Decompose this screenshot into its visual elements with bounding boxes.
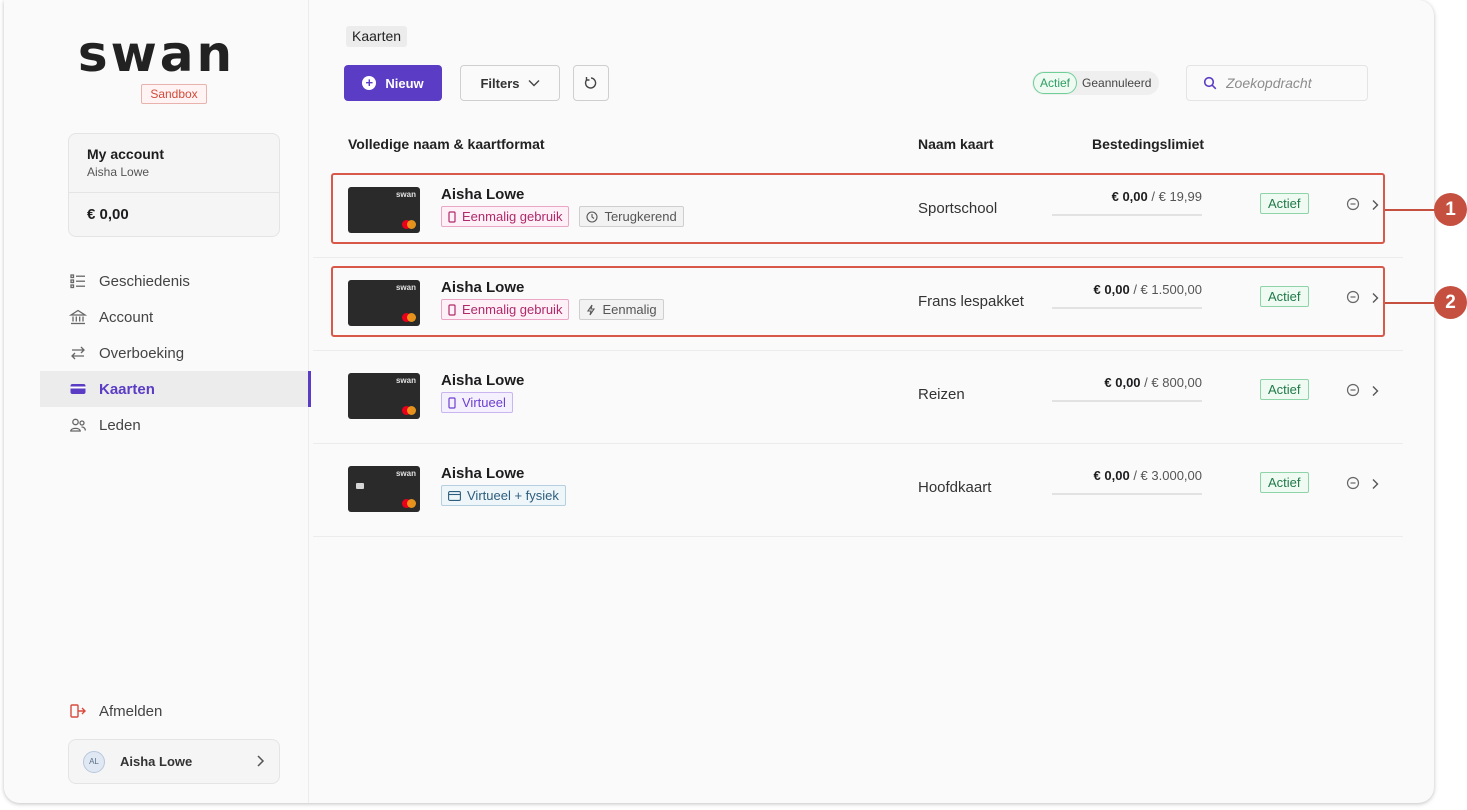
page-title: Kaarten [346, 26, 408, 47]
bank-icon [69, 308, 87, 326]
filters-button[interactable]: Filters [460, 65, 560, 101]
members-icon [69, 416, 87, 434]
sidebar-item-label: Overboeking [99, 344, 185, 362]
limit-progress-bar [1052, 493, 1202, 495]
logout-button[interactable]: Afmelden [69, 700, 162, 722]
chevron-right-icon[interactable] [1371, 477, 1379, 495]
phone-icon [448, 396, 456, 409]
spending-limit: € 0,00 / € 800,00 [1052, 375, 1202, 390]
card-brand: swan [395, 376, 416, 385]
sidebar-item-kaarten[interactable]: Kaarten [40, 371, 311, 407]
limit-progress-bar [1052, 400, 1202, 402]
filters-label: Filters [480, 75, 520, 91]
cardholder-name: Aisha Lowe [441, 372, 525, 389]
refresh-icon [584, 77, 597, 89]
callout-line-1 [1385, 209, 1437, 211]
spending-limit: € 0,00 / € 3.000,00 [1052, 468, 1202, 483]
account-holder: Aisha Lowe [87, 165, 150, 179]
tag-label: Virtueel + fysiek [467, 488, 559, 503]
logout-icon [69, 702, 87, 720]
main-content: Kaarten + Nieuw Filters Actief Geannulee… [310, 0, 1434, 803]
callout-badge-2: 2 [1434, 286, 1467, 319]
callout-badge-1: 1 [1434, 193, 1467, 226]
card-thumbnail: swan [348, 373, 420, 419]
card-tags: Virtueel + fysiek [441, 485, 566, 506]
chip-icon [356, 483, 364, 489]
cardholder-name: Aisha Lowe [441, 465, 525, 482]
account-balance: € 0,00 [87, 206, 129, 223]
tag-virtual-physical: Virtueel + fysiek [441, 485, 566, 506]
swan-logo: swan [77, 25, 236, 83]
sidebar: swan Sandbox My account Aisha Lowe € 0,0… [4, 0, 311, 803]
tag-virtual: Virtueel [441, 392, 513, 413]
logout-label: Afmelden [99, 702, 163, 720]
spent-amount: € 0,00 [1093, 468, 1130, 483]
sidebar-item-overboeking[interactable]: Overboeking [40, 335, 309, 371]
column-header-name-format[interactable]: Volledige naam & kaartformat [348, 136, 545, 152]
app-window: swan Sandbox My account Aisha Lowe € 0,0… [4, 0, 1434, 803]
sidebar-nav: Geschiedenis Account Overboeking Kaarten [40, 263, 311, 443]
search-icon [1203, 76, 1217, 90]
limit-amount: / € 3.000,00 [1133, 468, 1202, 483]
sidebar-item-label: Geschiedenis [99, 272, 190, 290]
table-row[interactable]: swan Aisha Lowe Virtueel Reizen € 0,00 /… [313, 351, 1403, 444]
chevron-down-icon [528, 80, 539, 87]
new-card-button[interactable]: + Nieuw [344, 65, 442, 101]
card-name: Reizen [918, 386, 965, 403]
card-icon [448, 490, 461, 501]
list-icon [69, 272, 87, 290]
cancel-card-icon[interactable] [1346, 383, 1360, 402]
card-thumbnail: swan [348, 466, 420, 512]
user-menu[interactable]: AL Aisha Lowe [68, 739, 280, 784]
cancel-card-icon[interactable] [1346, 476, 1360, 495]
mastercard-icon [402, 499, 416, 508]
sidebar-item-label: Leden [99, 416, 141, 434]
user-name: Aisha Lowe [120, 754, 193, 769]
card-brand: swan [395, 469, 416, 478]
highlight-box-2 [331, 266, 1385, 337]
column-header-card-name[interactable]: Naam kaart [918, 136, 994, 152]
tag-label: Virtueel [462, 395, 506, 410]
avatar: AL [83, 750, 105, 773]
chevron-right-icon [255, 754, 265, 773]
status-badge: Actief [1260, 379, 1309, 400]
plus-icon: + [362, 76, 377, 90]
status-filter-active[interactable]: Actief [1033, 72, 1078, 94]
mastercard-icon [402, 406, 416, 415]
highlight-box-1 [331, 173, 1385, 244]
column-header-limit[interactable]: Bestedingslimiet [1092, 136, 1204, 152]
account-title: My account [87, 146, 165, 162]
status-filter[interactable]: Actief Geannuleerd [1032, 71, 1160, 95]
refresh-button[interactable] [573, 65, 609, 101]
sandbox-badge: Sandbox [141, 84, 207, 104]
divider [69, 192, 279, 193]
limit-amount: / € 800,00 [1144, 375, 1202, 390]
chevron-right-icon[interactable] [1371, 384, 1379, 402]
sidebar-item-leden[interactable]: Leden [40, 407, 309, 443]
card-tags: Virtueel [441, 392, 513, 413]
sidebar-item-label: Kaarten [99, 380, 155, 398]
status-filter-cancelled[interactable]: Geannuleerd [1077, 76, 1159, 90]
table-row[interactable]: swan Aisha Lowe Virtueel + fysiek Hoofdk… [313, 444, 1403, 537]
search-box[interactable] [1186, 65, 1368, 101]
sidebar-item-label: Account [99, 308, 154, 326]
spent-amount: € 0,00 [1104, 375, 1141, 390]
status-badge: Actief [1260, 472, 1309, 493]
transfer-icon [69, 344, 87, 362]
new-card-label: Nieuw [385, 75, 424, 91]
sidebar-item-account[interactable]: Account [40, 299, 309, 335]
search-input[interactable] [1226, 75, 1356, 91]
card-icon [69, 380, 87, 398]
account-card[interactable]: My account Aisha Lowe € 0,00 [68, 133, 280, 237]
card-name: Hoofdkaart [918, 479, 992, 496]
callout-line-2 [1385, 302, 1437, 304]
sidebar-item-geschiedenis[interactable]: Geschiedenis [40, 263, 309, 299]
